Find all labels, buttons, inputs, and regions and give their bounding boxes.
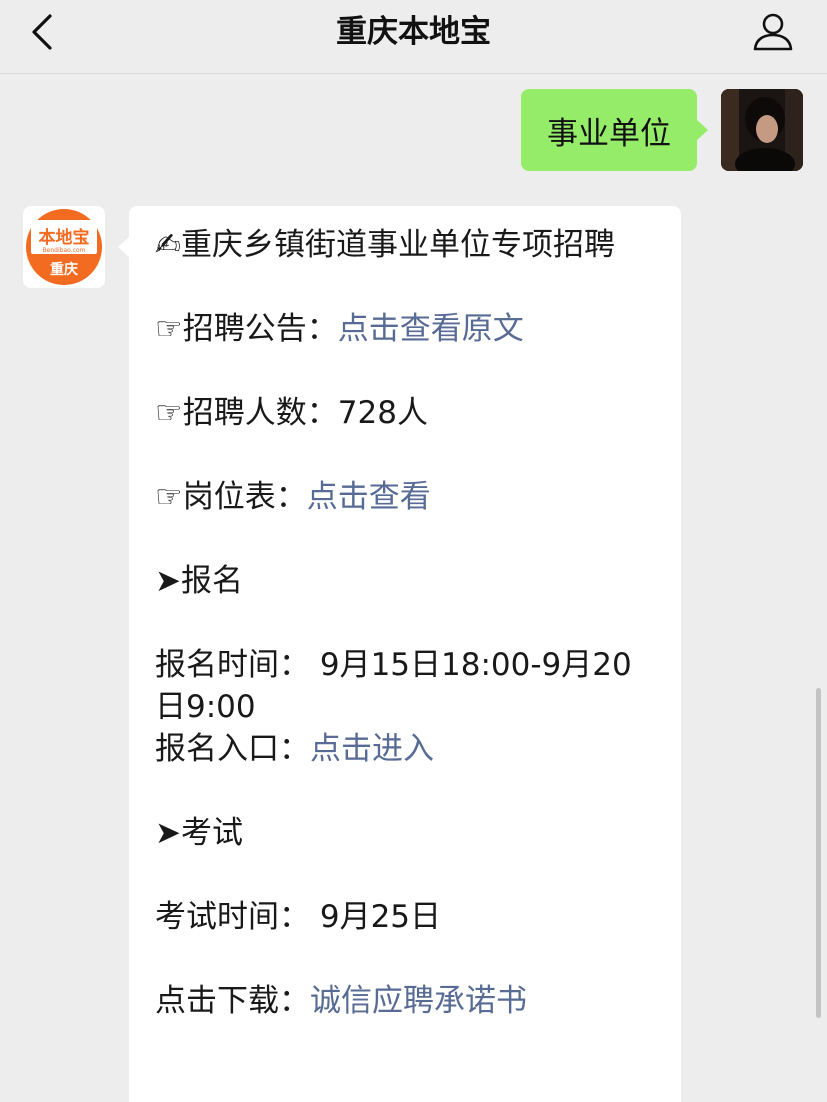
announcement-label: ☞招聘公告： xyxy=(155,311,338,347)
incoming-message-bubble: ✍重庆乡镇街道事业单位专项招聘 ☞招聘公告：点击查看原文 ☞招聘人数：728人 … xyxy=(118,206,681,1102)
signup-time: 报名时间： 9月15日18:00-9月20日9:00 xyxy=(155,647,632,725)
message-title: 重庆乡镇街道事业单位专项招聘 xyxy=(180,227,615,263)
logo-text-top: 本地宝 xyxy=(39,227,90,248)
outgoing-message-row: 事业单位 xyxy=(503,89,803,171)
headcount-line: ☞招聘人数：728人 xyxy=(155,395,428,431)
download-link[interactable]: 诚信应聘承诺书 xyxy=(310,983,527,1019)
outgoing-message-bubble[interactable]: 事业单位 xyxy=(521,89,708,171)
download-label: 点击下载： xyxy=(155,983,310,1019)
announcement-link[interactable]: 点击查看原文 xyxy=(338,311,524,347)
writing-hand-icon: ✍ xyxy=(155,227,181,263)
chat-title: 重庆本地宝 xyxy=(336,14,491,50)
signup-entry-label: 报名入口： xyxy=(155,731,310,767)
logo-text-city: 重庆 xyxy=(50,261,78,278)
positions-link[interactable]: 点击查看 xyxy=(307,479,431,515)
positions-label: ☞岗位表： xyxy=(155,479,307,515)
bendibao-logo: 本地宝 Bendibao.com 重庆 xyxy=(26,209,102,285)
chat-info-button[interactable] xyxy=(749,10,797,54)
exam-time: 考试时间： 9月25日 xyxy=(155,899,442,935)
chat-header: 重庆本地宝 xyxy=(0,0,827,74)
logo-text-url: Bendibao.com xyxy=(43,247,86,254)
person-icon xyxy=(753,13,793,51)
user-avatar-image xyxy=(721,89,803,171)
signup-entry-link[interactable]: 点击进入 xyxy=(310,731,434,767)
positions-line: ☞岗位表：点击查看 xyxy=(155,476,657,518)
official-account-avatar[interactable]: 本地宝 Bendibao.com 重庆 xyxy=(23,206,105,288)
user-avatar[interactable] xyxy=(721,89,803,171)
scrollbar[interactable] xyxy=(816,688,821,1018)
announcement-line: ☞招聘公告：点击查看原文 xyxy=(155,308,657,350)
download-line: 点击下载：诚信应聘承诺书 xyxy=(155,980,657,1022)
message-title-line: ✍重庆乡镇街道事业单位专项招聘 xyxy=(155,224,657,266)
exam-section-heading: ➤考试 xyxy=(155,815,243,851)
signup-entry-line: 报名入口：点击进入 xyxy=(155,728,657,770)
signup-section-heading: ➤报名 xyxy=(155,563,243,599)
